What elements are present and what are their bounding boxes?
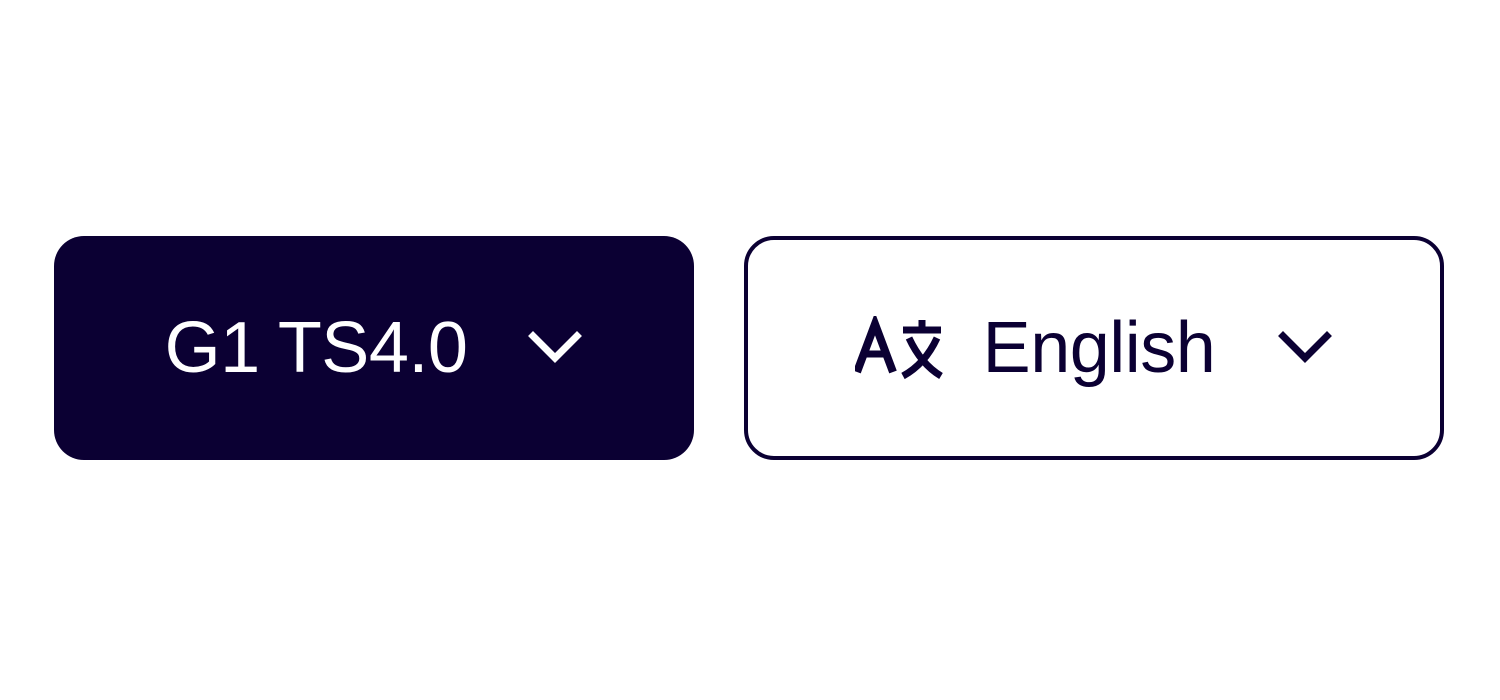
toolbar: G1 TS4.0 English — [54, 236, 1444, 460]
chevron-down-icon — [527, 320, 583, 376]
version-selector-button[interactable]: G1 TS4.0 — [54, 236, 694, 460]
language-selector-label: English — [982, 308, 1216, 388]
version-selector-label: G1 TS4.0 — [164, 308, 468, 388]
translate-icon — [854, 316, 943, 380]
language-selector-button[interactable]: English — [744, 236, 1444, 460]
chevron-down-icon — [1277, 320, 1333, 376]
